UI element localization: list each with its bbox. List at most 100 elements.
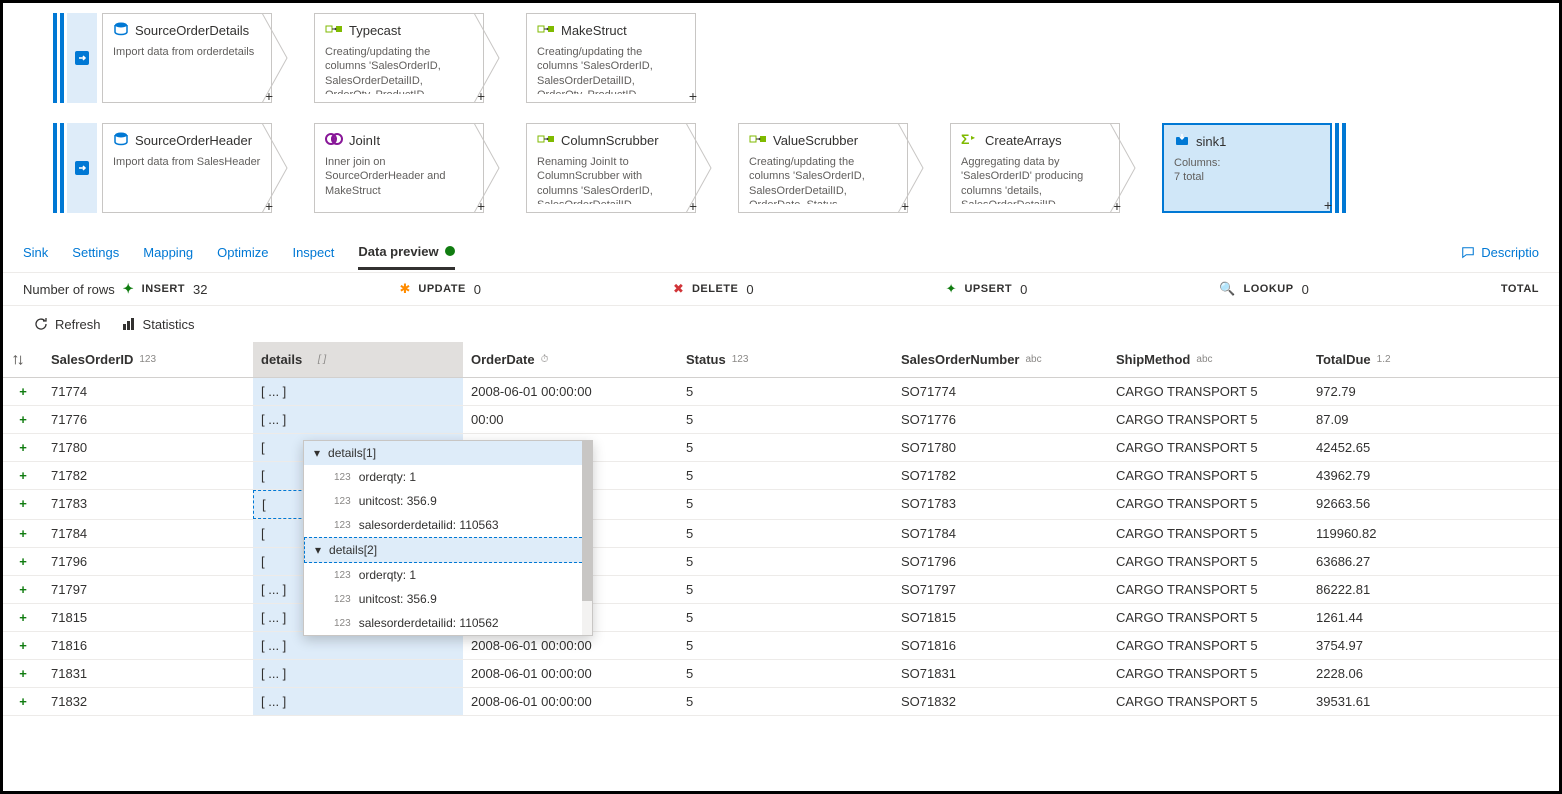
popup-property: 123unitcost: 356.9 — [304, 587, 592, 611]
cell-details[interactable]: [ ... ] — [253, 688, 463, 715]
cell-status: 5 — [678, 520, 893, 547]
cell-salesordernumber: SO71816 — [893, 632, 1108, 659]
cell-salesorderid: 71774 — [43, 378, 253, 405]
flow-start — [53, 123, 97, 213]
table-row[interactable]: +71797[ ... ]2008-06-01 00:00:005SO71797… — [3, 576, 1559, 604]
svg-text:▸: ▸ — [971, 133, 975, 142]
cell-details[interactable]: [ ... ] — [253, 406, 463, 433]
cell-status: 5 — [678, 548, 893, 575]
cell-totaldue: 43962.79 — [1308, 462, 1488, 489]
db-icon — [113, 132, 129, 149]
cell-details[interactable]: [ ... ] — [253, 632, 463, 659]
cell-status: 5 — [678, 688, 893, 715]
col-orderdate[interactable]: OrderDate ⏱ — [463, 342, 678, 377]
table-row[interactable]: +71780[00:005SO71780CARGO TRANSPORT 5424… — [3, 434, 1559, 462]
cell-salesordernumber: SO71774 — [893, 378, 1108, 405]
table-row[interactable]: +71776[ ... ]00:005SO71776CARGO TRANSPOR… — [3, 406, 1559, 434]
cell-orderdate: 2008-06-01 00:00:00 — [463, 660, 678, 687]
tab-optimize[interactable]: Optimize — [217, 237, 268, 268]
cell-status: 5 — [678, 604, 893, 631]
description-link[interactable]: Descriptio — [1461, 245, 1539, 260]
node-title: SourceOrderHeader — [113, 132, 261, 149]
total-label: TOTAL — [1501, 283, 1539, 295]
join-icon — [325, 132, 343, 149]
details-popup: ▾ details[1] 123orderqty: 1123unitcost: … — [303, 440, 593, 636]
node-desc: Creating/updating the columns 'SalesOrde… — [537, 45, 685, 94]
tab-mapping[interactable]: Mapping — [143, 237, 193, 268]
refresh-button[interactable]: Refresh — [33, 316, 101, 332]
cell-details[interactable]: [ ... ] — [253, 378, 463, 405]
statistics-button[interactable]: Statistics — [121, 316, 195, 332]
tab-settings[interactable]: Settings — [72, 237, 119, 268]
popup-property: 123orderqty: 1 — [304, 465, 592, 489]
cell-totaldue: 86222.81 — [1308, 576, 1488, 603]
table-header: SalesOrderID 123 details [ ] OrderDate ⏱… — [3, 342, 1559, 378]
cell-status: 5 — [678, 576, 893, 603]
table-row[interactable]: +71815[ ... ]2008-06-01 00:00:005SO71815… — [3, 604, 1559, 632]
table-row[interactable]: +71816[ ... ]2008-06-01 00:00:005SO71816… — [3, 632, 1559, 660]
cell-status: 5 — [678, 660, 893, 687]
cell-salesordernumber: SO71796 — [893, 548, 1108, 575]
tab-sink[interactable]: Sink — [23, 237, 48, 268]
popup-property: 123salesorderdetailid: 110562 — [304, 611, 592, 635]
flow-node-makestruct[interactable]: MakeStructCreating/updating the columns … — [526, 13, 696, 103]
popup-section-1[interactable]: ▾ details[1] — [304, 441, 592, 465]
row-insert-marker: + — [3, 632, 43, 659]
table-row[interactable]: +71796[00:005SO71796CARGO TRANSPORT 5636… — [3, 548, 1559, 576]
cell-salesorderid: 71816 — [43, 632, 253, 659]
popup-section-2[interactable]: ▾ details[2] — [304, 537, 592, 563]
sort-column[interactable] — [3, 342, 43, 377]
col-salesorderid[interactable]: SalesOrderID 123 — [43, 342, 253, 377]
add-step-button[interactable]: + — [1324, 197, 1332, 213]
cell-orderdate: 2008-06-01 00:00:00 — [463, 632, 678, 659]
flow-node-joinit[interactable]: JoinIt Inner join on SourceOrderHeader an… — [314, 123, 484, 213]
cell-salesordernumber: SO71783 — [893, 490, 1108, 519]
col-status[interactable]: Status 123 — [678, 342, 893, 377]
table-row[interactable]: +71831[ ... ]2008-06-01 00:00:005SO71831… — [3, 660, 1559, 688]
cell-totaldue: 972.79 — [1308, 378, 1488, 405]
flow-node-columnscrubber[interactable]: ColumnScrubberRenaming JoinIt to ColumnS… — [526, 123, 696, 213]
flow-node-sourceorderdetails[interactable]: SourceOrderDetailsImport data from order… — [102, 13, 272, 103]
cell-status: 5 — [678, 462, 893, 489]
cell-salesorderid: 71782 — [43, 462, 253, 489]
flow-node-typecast[interactable]: TypecastCreating/updating the columns 'S… — [314, 13, 484, 103]
flow-arrow — [1120, 123, 1162, 213]
flow-node-sourceorderheader[interactable]: SourceOrderHeaderImport data from SalesH… — [102, 123, 272, 213]
cell-salesordernumber: SO71780 — [893, 434, 1108, 461]
table-row[interactable]: +71782[00:005SO71782CARGO TRANSPORT 5439… — [3, 462, 1559, 490]
col-salesordernumber[interactable]: SalesOrderNumber abc — [893, 342, 1108, 377]
popup-property: 123unitcost: 356.9 — [304, 489, 592, 513]
table-row[interactable]: +71784[00:005SO71784CARGO TRANSPORT 5119… — [3, 520, 1559, 548]
tab-inspect[interactable]: Inspect — [292, 237, 334, 268]
cell-shipmethod: CARGO TRANSPORT 5 — [1108, 462, 1308, 489]
cell-details[interactable]: [ ... ] — [253, 660, 463, 687]
row-insert-marker: + — [3, 604, 43, 631]
lookup-count: 🔍 LOOKUP 0 — [1219, 281, 1308, 297]
cell-totaldue: 87.09 — [1308, 406, 1488, 433]
flow-node-createarrays[interactable]: Σ▸CreateArraysAggregating data by 'Sales… — [950, 123, 1120, 213]
cell-salesorderid: 71796 — [43, 548, 253, 575]
cell-shipmethod: CARGO TRANSPORT 5 — [1108, 688, 1308, 715]
col-details[interactable]: details [ ] — [253, 342, 463, 377]
cell-salesordernumber: SO71831 — [893, 660, 1108, 687]
tab-data-preview[interactable]: Data preview — [358, 236, 454, 270]
flow-node-valuescrubber[interactable]: ValueScrubberCreating/updating the colum… — [738, 123, 908, 213]
cell-status: 5 — [678, 632, 893, 659]
popup-property: 123salesorderdetailid: 110563 — [304, 513, 592, 537]
col-shipmethod[interactable]: ShipMethod abc — [1108, 342, 1308, 377]
node-title: Typecast — [325, 22, 473, 39]
table-row[interactable]: +71783[00:005SO71783CARGO TRANSPORT 5926… — [3, 490, 1559, 520]
col-totaldue[interactable]: TotalDue 1.2 — [1308, 342, 1488, 377]
node-title: JoinIt — [325, 132, 473, 149]
node-desc: Inner join on SourceOrderHeader and Make… — [325, 155, 473, 198]
add-step-button[interactable]: + — [689, 88, 697, 104]
table-row[interactable]: +71774[ ... ]2008-06-01 00:00:005SO71774… — [3, 378, 1559, 406]
flow-node-sink1[interactable]: sink1Columns:7 total+ — [1162, 123, 1332, 213]
popup-scrollbar[interactable] — [582, 441, 592, 635]
flow-arrow — [908, 123, 950, 213]
source-icon — [67, 123, 97, 213]
row-insert-marker: + — [3, 660, 43, 687]
comment-icon — [1461, 246, 1475, 260]
table-row[interactable]: +71832[ ... ]2008-06-01 00:00:005SO71832… — [3, 688, 1559, 716]
node-title: ColumnScrubber — [537, 132, 685, 149]
